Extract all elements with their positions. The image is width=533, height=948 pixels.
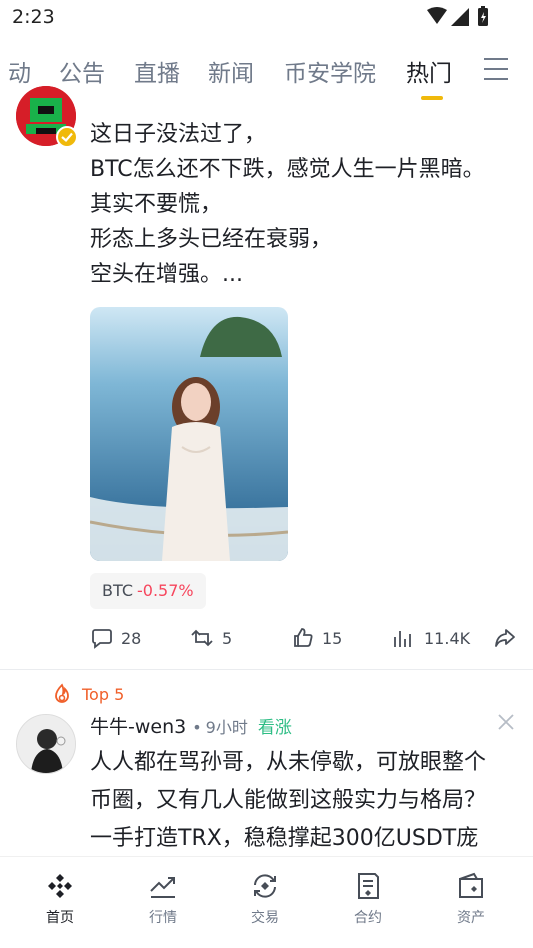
nav-label: 行情 xyxy=(149,910,177,926)
tab-hot[interactable]: 热门 xyxy=(406,54,452,88)
tab-announcements[interactable]: 公告 xyxy=(59,54,105,88)
home-icon xyxy=(48,874,72,898)
tab-news[interactable]: 新闻 xyxy=(208,54,254,88)
comment-icon xyxy=(92,629,112,649)
avatar[interactable] xyxy=(16,714,76,774)
wifi-icon xyxy=(427,7,447,24)
post-line: 一手打造TRX，稳稳撑起300亿USDT庞 xyxy=(90,826,479,851)
nav-label: 首页 xyxy=(46,910,74,926)
thumbs-up-icon xyxy=(294,628,313,647)
status-bar: 2:23 xyxy=(0,0,533,38)
sentiment-label: 看涨 xyxy=(257,718,292,738)
nav-label: 资产 xyxy=(457,910,485,926)
views-button[interactable]: 11.4K xyxy=(392,620,470,656)
post-divider xyxy=(0,669,533,670)
comment-count: 28 xyxy=(121,628,142,648)
tab-indicator xyxy=(421,96,443,100)
repost-icon xyxy=(191,629,213,647)
trade-icon xyxy=(254,874,276,898)
meta-separator: • xyxy=(192,718,202,737)
wallet-icon xyxy=(459,872,483,898)
nav-label: 交易 xyxy=(251,910,279,926)
nav-item-home[interactable]: 首页 xyxy=(15,871,105,927)
post-line: 人人都在骂孙哥，从未停歇，可放眼整个 xyxy=(90,750,487,775)
tab-academy[interactable]: 币安学院 xyxy=(284,54,376,88)
nav-label: 合约 xyxy=(354,910,382,926)
tabs-menu-icon[interactable] xyxy=(484,58,508,80)
signal-icon xyxy=(451,8,469,26)
coin-tag[interactable]: BTC -0.57% xyxy=(90,573,206,609)
post-meta: 牛牛-wen3 • 9小时 看涨 xyxy=(90,712,292,739)
bottom-nav: 首页 行情 交易 合约 资产 xyxy=(0,856,533,948)
feed-tabs: 动 公告 直播 新闻 币安学院 热门 xyxy=(0,46,533,94)
post-line: BTC怎么还不下跌，感觉人生一片黑暗。 xyxy=(90,157,485,182)
tab-live[interactable]: 直播 xyxy=(134,54,180,88)
author-name[interactable]: 牛牛-wen3 xyxy=(90,712,186,739)
nav-item-markets[interactable]: 行情 xyxy=(118,871,208,927)
repost-button[interactable]: 5 xyxy=(190,620,232,656)
top-rank-badge: Top 5 xyxy=(52,683,124,705)
post-line: 形态上多头已经在衰弱， xyxy=(90,227,333,252)
verified-badge-icon xyxy=(56,126,78,148)
coin-symbol: BTC xyxy=(102,581,133,600)
futures-icon xyxy=(358,873,379,899)
markets-icon xyxy=(150,877,175,898)
top-rank-label: Top 5 xyxy=(82,684,125,704)
post-line: 其实不要慌， xyxy=(90,192,223,217)
post-time: 9小时 xyxy=(205,718,248,737)
post-line: 空头在增强。... xyxy=(90,262,243,287)
nav-item-futures[interactable]: 合约 xyxy=(323,871,413,927)
like-button[interactable]: 15 xyxy=(292,620,342,656)
views-chart-icon xyxy=(394,631,411,647)
post-body[interactable]: 这日子没法过了， BTC怎么还不下跌，感觉人生一片黑暗。 其实不要慌， 形态上多… xyxy=(90,117,485,292)
nav-item-wallet[interactable]: 资产 xyxy=(426,871,516,927)
share-icon xyxy=(495,629,515,647)
post-actions: 28 5 15 11.4K xyxy=(0,620,533,656)
repost-count: 5 xyxy=(222,628,233,648)
post-line: 这日子没法过了， xyxy=(90,122,267,147)
nav-item-trade[interactable]: 交易 xyxy=(220,871,310,927)
comment-button[interactable]: 28 xyxy=(91,620,141,656)
views-count: 11.4K xyxy=(424,628,471,648)
status-time: 2:23 xyxy=(12,6,55,28)
status-icons xyxy=(427,6,488,26)
tab-activity[interactable]: 动 xyxy=(8,54,31,88)
post-body[interactable]: 人人都在骂孙哥，从未停歇，可放眼整个 币圈，又有几人能做到这般实力与格局？ 一手… xyxy=(90,744,486,858)
coin-change: -0.57% xyxy=(136,581,194,600)
close-icon[interactable] xyxy=(497,713,515,731)
share-button[interactable] xyxy=(494,620,524,656)
post-image[interactable] xyxy=(90,307,288,561)
fire-icon xyxy=(55,683,69,703)
post-line: 币圈，又有几人能做到这般实力与格局？ xyxy=(90,788,487,813)
like-count: 15 xyxy=(322,628,343,648)
